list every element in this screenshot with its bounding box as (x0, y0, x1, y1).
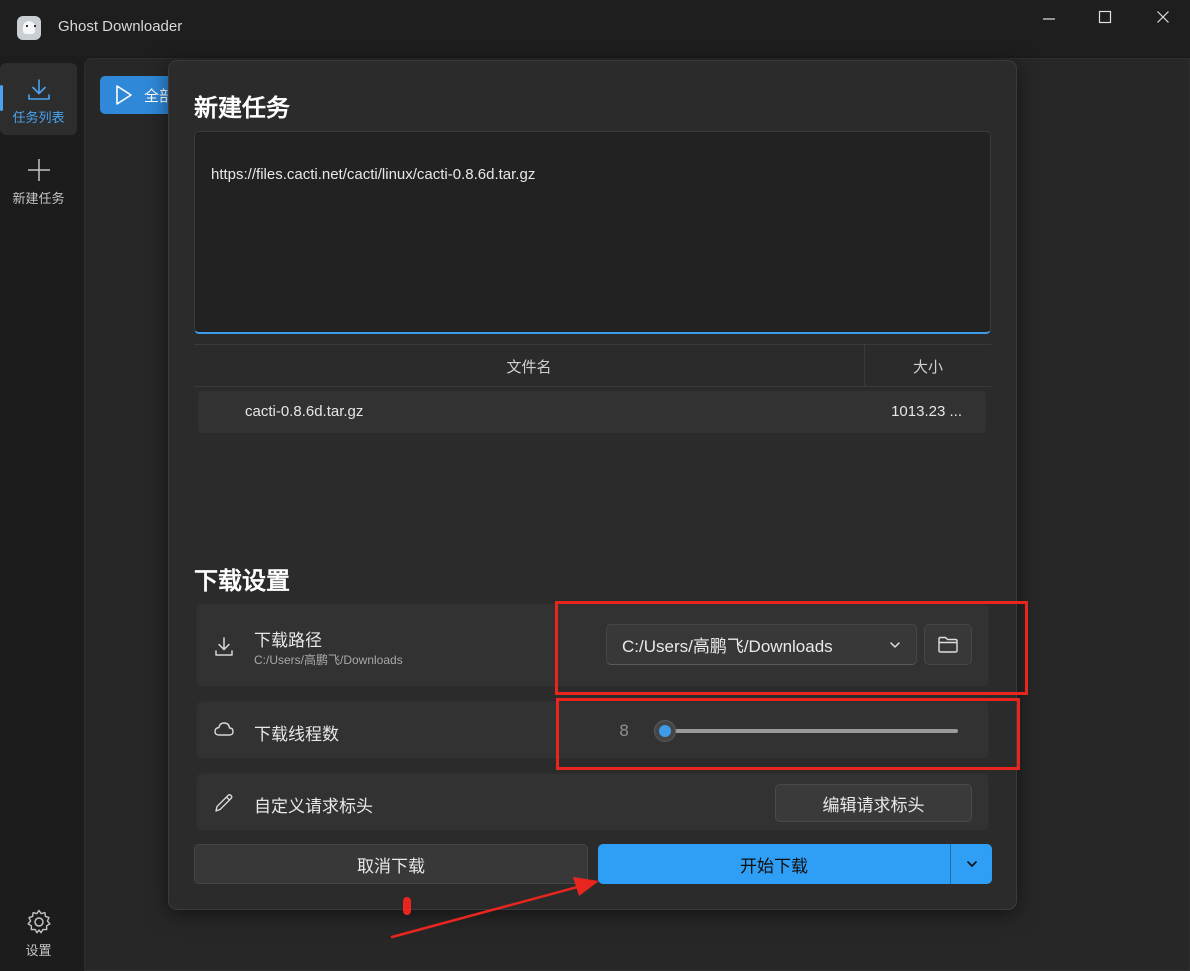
minimize-button[interactable] (1020, 0, 1078, 34)
start-download-label[interactable]: 开始下载 (598, 844, 950, 884)
file-table: 文件名 大小 cacti-0.8.6d.tar.gz 1013.23 ... (194, 344, 991, 433)
custom-headers-label: 自定义请求标头 (254, 797, 373, 817)
maximize-button[interactable] (1076, 0, 1134, 34)
download-path-subtitle: C:/Users/高鹏飞/Downloads (254, 653, 403, 667)
window-title: Ghost Downloader (58, 18, 183, 35)
play-icon (116, 85, 132, 105)
new-task-dialog: 新建任务 https://files.cacti.net/cacti/linux… (168, 60, 1017, 910)
cloud-icon (214, 722, 234, 736)
sidebar-item-new-task[interactable]: 新建任务 (0, 150, 77, 210)
title-bar: Ghost Downloader (0, 0, 1190, 56)
plus-icon (27, 159, 50, 181)
edit-headers-button[interactable]: 编辑请求标头 (775, 784, 972, 822)
download-settings-title: 下载设置 (194, 567, 290, 595)
app-logo-icon (17, 16, 41, 40)
close-button[interactable] (1134, 0, 1190, 34)
download-icon (215, 637, 233, 656)
file-name-cell: cacti-0.8.6d.tar.gz (245, 403, 364, 420)
sidebar-item-task-list[interactable]: 任务列表 (0, 63, 77, 135)
table-row[interactable]: cacti-0.8.6d.tar.gz 1013.23 ... (198, 391, 986, 433)
dialog-title: 新建任务 (194, 94, 290, 122)
sidebar-item-label: 新建任务 (12, 192, 65, 207)
chevron-down-icon (966, 861, 977, 867)
sidebar-item-label: 设置 (25, 944, 52, 959)
sidebar-item-settings[interactable]: 设置 (0, 905, 77, 965)
annotation-arrow (390, 877, 599, 939)
column-header-filename[interactable]: 文件名 (194, 345, 865, 387)
url-input[interactable]: https://files.cacti.net/cacti/linux/cact… (194, 131, 991, 334)
maximize-icon (1098, 10, 1112, 24)
close-icon (1157, 11, 1169, 23)
custom-headers-card: 自定义请求标头 编辑请求标头 (196, 773, 989, 831)
file-size-cell: 1013.23 ... (891, 403, 962, 420)
gear-icon (26, 909, 51, 934)
start-download-button: 开始下载 (598, 844, 992, 884)
column-header-size[interactable]: 大小 (865, 345, 991, 387)
download-icon (27, 79, 50, 100)
download-threads-label: 下载线程数 (254, 725, 339, 745)
start-options-dropdown[interactable] (951, 844, 992, 884)
table-header: 文件名 大小 (194, 344, 991, 387)
download-path-label: 下载路径 (254, 631, 322, 651)
annotation-box-path (555, 601, 1028, 695)
annotation-box-threads (556, 698, 1020, 770)
pencil-icon (215, 794, 233, 812)
minimize-icon (1043, 18, 1055, 20)
sidebar-item-label: 任务列表 (12, 111, 65, 126)
